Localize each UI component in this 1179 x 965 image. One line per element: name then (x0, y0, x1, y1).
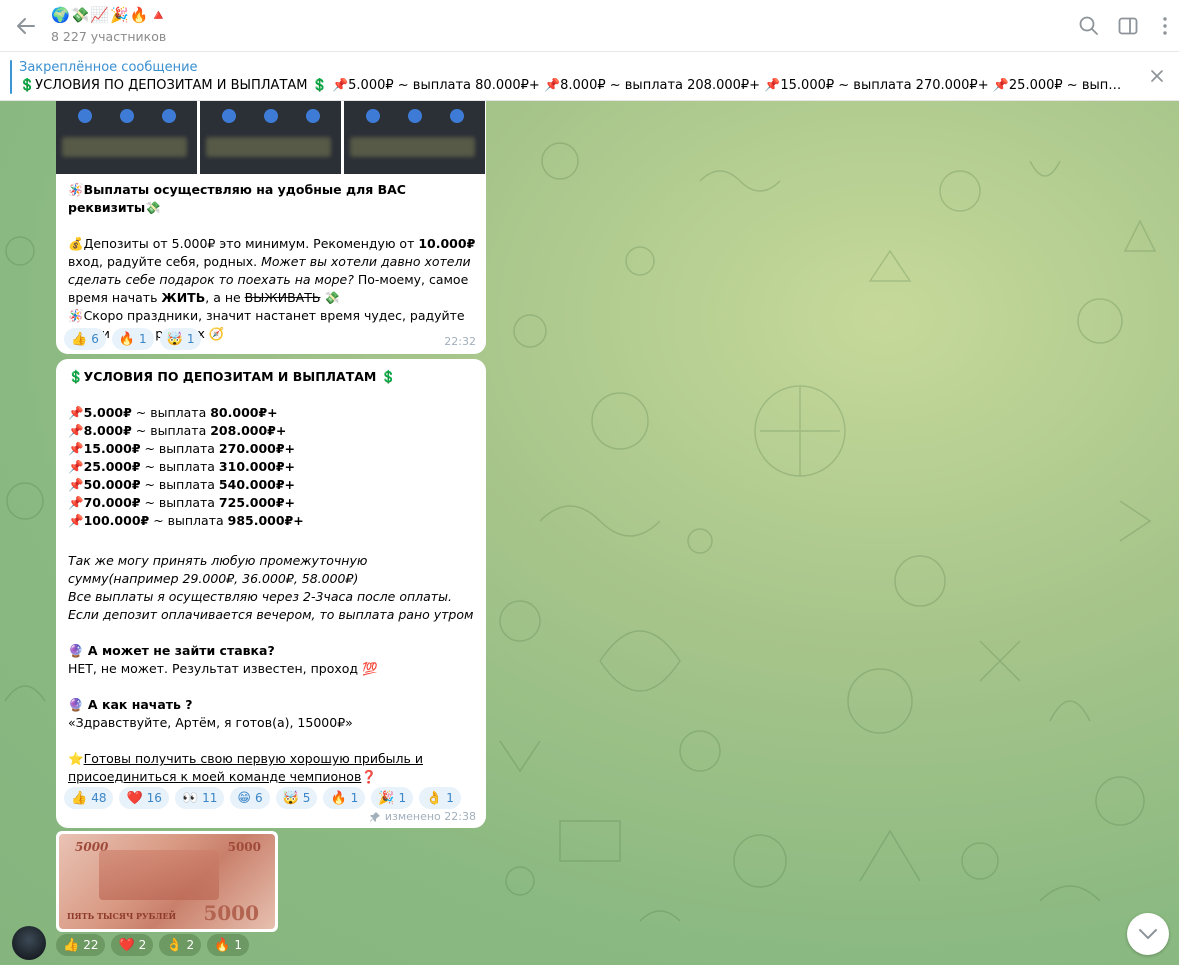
screenshot-thumbnail[interactable] (344, 101, 485, 174)
banknote-image[interactable]: 5000 5000 ПЯТЬ ТЫСЯЧ РУБЛЕЙ 5000 (56, 831, 278, 932)
back-arrow-icon[interactable] (14, 14, 38, 38)
pinned-label: Закреплённое сообщение (19, 60, 198, 75)
more-vertical-icon[interactable] (1154, 15, 1176, 37)
note-value-large: 5000 (203, 901, 259, 925)
reaction-party[interactable]: 🎉 1 (371, 787, 414, 809)
reaction-eyes[interactable]: 👀 11 (174, 787, 225, 809)
screenshot-gallery[interactable] (56, 101, 486, 178)
reaction-ok-hand[interactable]: 👌 1 (419, 787, 461, 809)
chat-title[interactable]: 🌍💸📈🎉🔥🔺 (51, 6, 169, 24)
scroll-down-button[interactable] (1127, 913, 1169, 955)
screenshot-thumbnail[interactable] (200, 101, 341, 174)
sidebar-toggle-icon[interactable] (1117, 15, 1139, 37)
reaction-grin[interactable]: 😁 6 (230, 787, 270, 809)
reaction-exploding-head[interactable]: 🤯 1 (159, 328, 202, 350)
payout-row: 📌70.000₽ ~ выплата 725.000₽+ (68, 495, 296, 510)
chat-area[interactable]: 🪅Выплаты осуществляю на удобные для ВАС … (0, 101, 1179, 965)
reaction-fire[interactable]: 🔥 1 (207, 934, 249, 956)
message-bubble[interactable]: 🪅Выплаты осуществляю на удобные для ВАС … (56, 101, 486, 354)
chat-header: 🌍💸📈🎉🔥🔺 8 227 участников (0, 0, 1179, 52)
edited-status: изменено 22:38 (369, 810, 476, 823)
close-icon[interactable] (1149, 68, 1165, 84)
payout-row: 📌50.000₽ ~ выплата 540.000₽+ (68, 477, 296, 492)
payout-row: 📌15.000₽ ~ выплата 270.000₽+ (68, 441, 296, 456)
search-icon[interactable] (1078, 15, 1100, 37)
note-illustration (99, 850, 219, 900)
message-text: 💲УСЛОВИЯ ПО ДЕПОЗИТАМ И ВЫПЛАТАМ 💲 📌5.00… (68, 368, 478, 786)
reaction-heart[interactable]: ❤️ 2 (111, 934, 154, 956)
pinned-message-bar[interactable]: Закреплённое сообщение 💲УСЛОВИЯ ПО ДЕПОЗ… (0, 52, 1179, 101)
chevron-down-icon (1139, 929, 1157, 939)
reactions-row: 👍 48 ❤️ 16 👀 11 😁 6 🤯 5 🔥 1 🎉 1 👌 1 (64, 787, 461, 809)
pinned-text: 💲УСЛОВИЯ ПО ДЕПОЗИТАМ И ВЫПЛАТАМ 💲 📌5.00… (19, 78, 1129, 93)
pinned-indicator (10, 60, 12, 94)
reaction-exploding-head[interactable]: 🤯 5 (275, 787, 318, 809)
payout-row: 📌5.000₽ ~ выплата 80.000₽+ (68, 405, 278, 420)
reaction-fire[interactable]: 🔥 1 (323, 787, 366, 809)
avatar[interactable] (12, 926, 46, 960)
reaction-ok-hand[interactable]: 👌 2 (159, 934, 202, 956)
note-text: ПЯТЬ ТЫСЯЧ РУБЛЕЙ (67, 911, 177, 921)
note-value-top-right: 5000 (227, 840, 261, 854)
member-count: 8 227 участников (51, 29, 167, 44)
pin-icon (369, 811, 380, 822)
reaction-fire[interactable]: 🔥 1 (111, 328, 154, 350)
reaction-heart[interactable]: ❤️ 16 (119, 787, 169, 809)
payout-table: 📌5.000₽ ~ выплата 80.000₽+ 📌8.000₽ ~ вып… (68, 404, 478, 530)
reactions-row: 👍 22 ❤️ 2 👌 2 🔥 1 (56, 934, 249, 956)
reaction-thumbs-up[interactable]: 👍 6 (64, 328, 106, 350)
reaction-thumbs-up[interactable]: 👍 48 (64, 787, 114, 809)
message-bubble[interactable]: 💲УСЛОВИЯ ПО ДЕПОЗИТАМ И ВЫПЛАТАМ 💲 📌5.00… (56, 359, 486, 828)
reaction-thumbs-up[interactable]: 👍 22 (56, 934, 106, 956)
payout-row: 📌25.000₽ ~ выплата 310.000₽+ (68, 459, 296, 474)
reactions-row: 👍 6 🔥 1 🤯 1 (64, 328, 202, 350)
message-text: 🪅Выплаты осуществляю на удобные для ВАС … (68, 182, 476, 341)
payout-row: 📌100.000₽ ~ выплата 985.000₽+ (68, 513, 304, 528)
message-time: 22:32 (444, 335, 476, 348)
screenshot-thumbnail[interactable] (56, 101, 197, 174)
payout-row: 📌8.000₽ ~ выплата 208.000₽+ (68, 423, 287, 438)
